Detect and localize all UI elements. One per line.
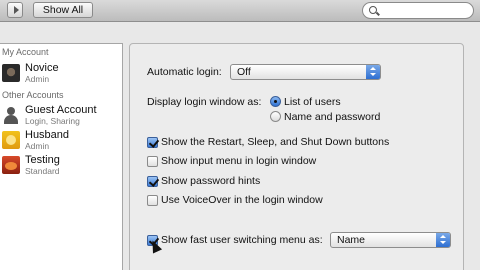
fast-switch-popup[interactable]: Name (330, 232, 451, 248)
user-role: Login, Sharing (25, 116, 80, 126)
accounts-sidebar: My Account Novice Admin Other Accounts G… (0, 43, 123, 270)
option-label: Show the Restart, Sleep, and Shut Down b… (161, 136, 390, 148)
option-label: Show input menu in login window (161, 155, 317, 167)
guest-avatar-icon (2, 106, 20, 124)
automatic-login-value: Off (237, 66, 251, 78)
radio-list-of-users-label: List of users (284, 96, 341, 108)
other-accounts-header: Other Accounts (2, 90, 64, 100)
novice-avatar (2, 64, 20, 82)
radio-name-and-password-label: Name and password (284, 111, 381, 123)
user-role: Admin (25, 141, 50, 151)
checkbox-show-restart-buttons[interactable] (147, 137, 158, 148)
automatic-login-popup[interactable]: Off (230, 64, 381, 80)
fast-switch-label: Show fast user switching menu as: (161, 234, 323, 246)
automatic-login-label: Automatic login: (147, 66, 222, 78)
display-login-window-label: Display login window as: (147, 96, 262, 108)
user-husband[interactable]: Husband Admin (0, 128, 122, 152)
fast-switch-value: Name (337, 234, 366, 246)
user-testing[interactable]: Testing Standard (0, 153, 122, 177)
forward-arrow-icon (13, 6, 19, 14)
option-label: Show password hints (161, 175, 261, 187)
option-label: Use VoiceOver in the login window (161, 194, 323, 206)
user-name: Testing (25, 154, 60, 166)
radio-list-of-users[interactable] (270, 96, 281, 107)
user-guest-account[interactable]: Guest Account Login, Sharing (0, 103, 122, 127)
husband-avatar (2, 131, 20, 149)
popup-arrows-icon (366, 65, 380, 79)
popup-arrows-icon (436, 233, 450, 247)
user-role: Standard (25, 166, 60, 176)
radio-name-and-password[interactable] (270, 111, 281, 122)
toolbar: Show All (0, 0, 480, 22)
my-account-header: My Account (2, 47, 49, 57)
forward-button[interactable] (7, 2, 23, 18)
user-name: Guest Account (25, 104, 97, 116)
user-name: Novice (25, 62, 59, 74)
checkbox-show-password-hints[interactable] (147, 176, 158, 187)
user-novice[interactable]: Novice Admin (0, 61, 122, 85)
testing-avatar (2, 156, 20, 174)
user-name: Husband (25, 129, 70, 141)
checkbox-use-voiceover[interactable] (147, 195, 158, 206)
show-all-button[interactable]: Show All (33, 2, 93, 18)
search-icon (369, 6, 377, 14)
search-input[interactable] (362, 2, 474, 19)
user-role: Admin (25, 74, 50, 84)
checkbox-show-input-menu[interactable] (147, 156, 158, 167)
